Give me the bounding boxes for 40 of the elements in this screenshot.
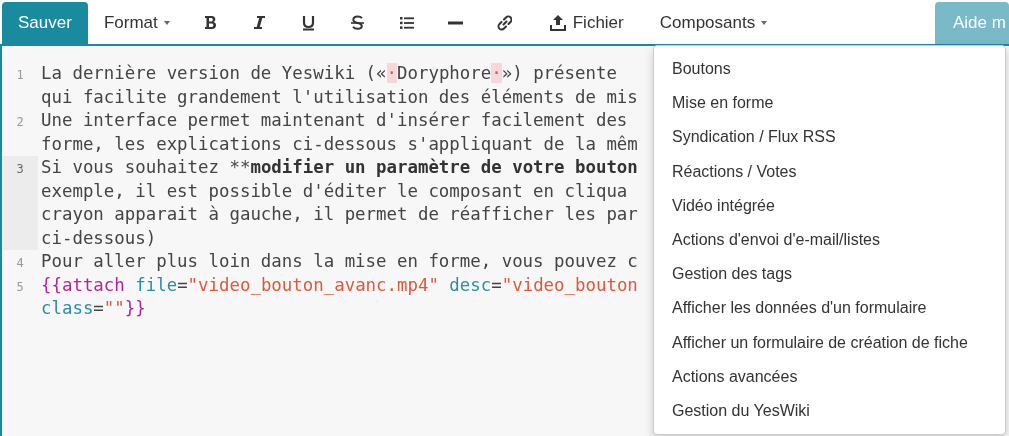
code-line: qui facilite grandement l'utilisation des éléments de mis — [41, 85, 638, 109]
code-line: Pour aller plus loin dans la mise en forme, vous pouvez c — [41, 250, 638, 273]
caret-icon — [761, 21, 768, 25]
line-number: 2 — [16, 115, 24, 129]
menu-item[interactable]: Vidéo intégrée — [654, 188, 1005, 223]
line-number: 4 — [16, 256, 24, 270]
menu-item[interactable]: Afficher un formulaire de création de fiche — [654, 325, 1005, 360]
code-line: Si vous souhaitez **modifier un paramètre de votre bouton — [41, 156, 638, 179]
menu-item[interactable]: Afficher les données d'un formulaire — [654, 291, 1005, 326]
file-upload-button[interactable]: Fichier — [528, 2, 640, 44]
menu-item[interactable]: Boutons — [654, 52, 1005, 87]
line-number: 1 — [16, 68, 24, 82]
underline-icon — [300, 15, 316, 31]
code-line: exemple, il est possible d'éditer le composant en cliqua — [41, 179, 629, 203]
strikethrough-icon — [349, 15, 365, 31]
menu-item[interactable]: Actions d'envoi d'e-mail/listes — [654, 222, 1005, 258]
menu-item[interactable]: Gestion des tags — [654, 257, 1005, 292]
save-button[interactable]: Sauver — [2, 2, 88, 44]
line-number: 5 — [16, 279, 24, 294]
link-icon — [496, 15, 512, 31]
code-line: class=""}} — [41, 297, 147, 320]
upload-icon — [548, 14, 567, 32]
list-icon — [398, 15, 414, 31]
menu-item[interactable]: Syndication / Flux RSS — [654, 120, 1005, 155]
menu-item[interactable]: Réactions / Votes — [654, 154, 1005, 189]
bold-icon — [202, 15, 218, 31]
code-line: La dernière version de Yeswiki («·Doryphore·») présente — [41, 62, 618, 85]
line-number: 3 — [16, 162, 24, 176]
menu-item[interactable]: Gestion du YesWiki — [654, 393, 1005, 429]
code-line: {{attach file="video_bouton_avanc.mp4" desc="video_bouton — [41, 273, 638, 297]
code-line: ci-dessous) — [41, 226, 158, 250]
code-line: forme, les explications ci-dessous s'appliquant de la mêm — [41, 132, 638, 156]
caret-icon — [163, 21, 170, 25]
format-menu[interactable]: Format — [87, 2, 186, 44]
code-line: Une interface permet maintenant d'insérer facilement des — [41, 109, 629, 132]
menu-item[interactable]: Mise en forme — [654, 86, 1005, 121]
code-line: crayon apparait à gauche, il permet de réafficher les par — [41, 203, 638, 226]
menu-item[interactable]: Actions avancées — [654, 359, 1005, 394]
components-menu[interactable]: Composants — [639, 2, 784, 44]
italic-icon — [251, 15, 267, 31]
